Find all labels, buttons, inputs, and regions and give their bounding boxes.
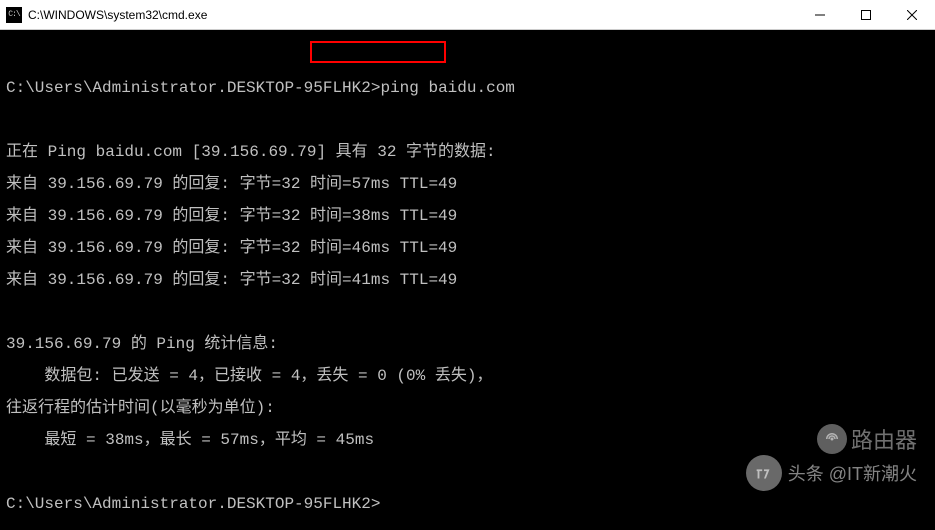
toutiao-icon xyxy=(746,455,782,491)
blank-line xyxy=(6,112,929,128)
ping-reply: 来自 39.156.69.79 的回复: 字节=32 时间=57ms TTL=4… xyxy=(6,176,929,192)
close-button[interactable] xyxy=(889,0,935,30)
blank-line xyxy=(6,48,929,64)
window-title: C:\WINDOWS\system32\cmd.exe xyxy=(28,8,207,22)
window-titlebar: C:\ C:\WINDOWS\system32\cmd.exe xyxy=(0,0,935,30)
prompt-line-end: C:\Users\Administrator.DESKTOP-95FLHK2> xyxy=(6,496,929,512)
stats-title: 39.156.69.79 的 Ping 统计信息: xyxy=(6,336,929,352)
watermark-source-text: 头条 @IT新潮火 xyxy=(788,460,917,486)
prompt-path: C:\Users\Administrator.DESKTOP-95FLHK2> xyxy=(6,79,380,97)
stats-rtt-values: 最短 = 38ms，最长 = 57ms，平均 = 45ms xyxy=(6,432,929,448)
router-icon xyxy=(817,424,847,454)
window-controls xyxy=(797,0,935,30)
ping-reply: 来自 39.156.69.79 的回复: 字节=32 时间=38ms TTL=4… xyxy=(6,208,929,224)
watermark-router-text: 路由器 xyxy=(851,423,917,455)
maximize-button[interactable] xyxy=(843,0,889,30)
ping-header: 正在 Ping baidu.com [39.156.69.79] 具有 32 字… xyxy=(6,144,929,160)
title-left: C:\ C:\WINDOWS\system32\cmd.exe xyxy=(6,7,207,23)
ping-reply: 来自 39.156.69.79 的回复: 字节=32 时间=46ms TTL=4… xyxy=(6,240,929,256)
ping-reply: 来自 39.156.69.79 的回复: 字节=32 时间=41ms TTL=4… xyxy=(6,272,929,288)
prompt-line: C:\Users\Administrator.DESKTOP-95FLHK2>p… xyxy=(6,80,929,96)
stats-rtt-title: 往返行程的估计时间(以毫秒为单位): xyxy=(6,400,929,416)
cmd-icon: C:\ xyxy=(6,7,22,23)
watermark-router: 路由器 xyxy=(817,423,917,455)
stats-packets: 数据包: 已发送 = 4，已接收 = 4，丢失 = 0 (0% 丢失)， xyxy=(6,368,929,384)
minimize-button[interactable] xyxy=(797,0,843,30)
watermark-source: 头条 @IT新潮火 xyxy=(746,455,917,491)
command-text: ping baidu.com xyxy=(380,79,514,97)
blank-line xyxy=(6,304,929,320)
